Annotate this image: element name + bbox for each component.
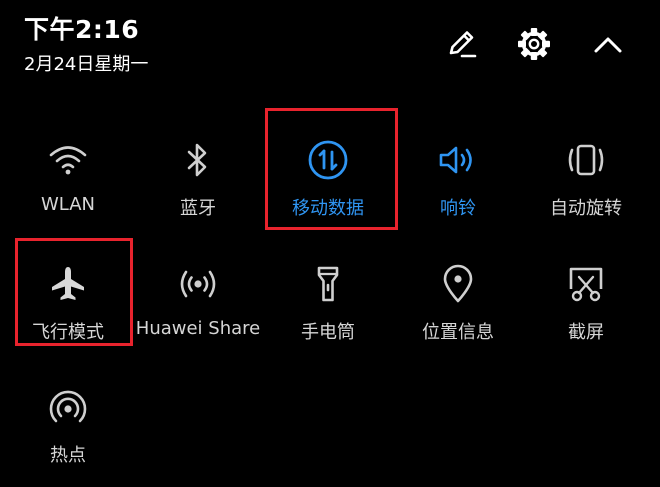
tile-label: WLAN xyxy=(40,194,96,215)
tile-label: Huawei Share xyxy=(135,318,261,339)
chevron-up-icon xyxy=(594,37,622,53)
screenshot-icon xyxy=(569,267,603,302)
gear-icon xyxy=(518,28,550,60)
tile-mobile-data[interactable]: 移动数据 xyxy=(262,120,394,230)
status-time: 下午2:16 xyxy=(24,15,140,44)
huawei-share-icon xyxy=(180,270,216,298)
edit-pencil-icon xyxy=(449,31,477,58)
tile-huawei-share[interactable]: Huawei Share xyxy=(132,244,264,354)
hotspot-icon xyxy=(49,390,87,423)
speaker-icon xyxy=(439,146,472,174)
tile-location[interactable]: 位置信息 xyxy=(392,244,524,354)
tile-label: 移动数据 xyxy=(292,198,364,219)
settings-button[interactable] xyxy=(514,24,554,64)
tile-airplane-mode[interactable]: 飞行模式 xyxy=(2,244,134,354)
airplane-icon xyxy=(52,267,84,300)
tile-screenshot[interactable]: 截屏 xyxy=(520,244,652,354)
tile-bluetooth[interactable]: 蓝牙 xyxy=(132,120,264,230)
tile-label: 手电筒 xyxy=(301,322,355,343)
tile-label: 位置信息 xyxy=(422,322,494,343)
tile-label: 热点 xyxy=(50,445,86,466)
tile-hotspot[interactable]: 热点 xyxy=(2,367,134,477)
tile-label: 截屏 xyxy=(568,322,604,343)
tile-label: 飞行模式 xyxy=(32,322,104,343)
tile-ringer[interactable]: 响铃 xyxy=(392,120,524,230)
tile-auto-rotate[interactable]: 自动旋转 xyxy=(520,120,652,230)
edit-button[interactable] xyxy=(442,24,482,64)
location-pin-icon xyxy=(443,264,473,303)
wifi-icon xyxy=(49,146,87,175)
tile-wlan[interactable]: WLAN xyxy=(2,120,134,230)
collapse-button[interactable] xyxy=(588,24,628,64)
bluetooth-icon xyxy=(187,143,207,177)
tile-label: 响铃 xyxy=(440,198,476,219)
tile-label: 蓝牙 xyxy=(180,198,216,219)
auto-rotate-icon xyxy=(568,144,604,176)
status-date: 2月24日星期一 xyxy=(24,54,149,75)
tile-label: 自动旋转 xyxy=(550,198,622,219)
tile-flashlight[interactable]: 手电筒 xyxy=(262,244,394,354)
flashlight-icon xyxy=(317,266,339,302)
mobile-data-icon xyxy=(308,140,348,180)
